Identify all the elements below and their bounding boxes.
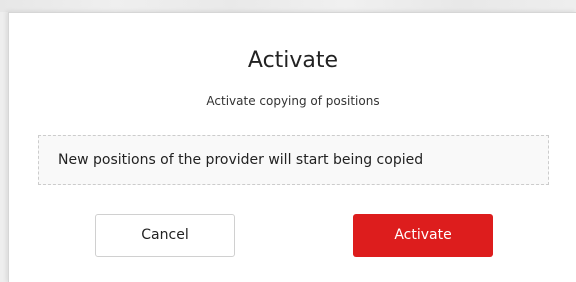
cancel-button[interactable]: Cancel (95, 214, 235, 257)
activate-dialog: Activate Activate copying of positions N… (8, 12, 576, 282)
message-box: New positions of the provider will start… (38, 135, 549, 185)
dialog-title: Activate (247, 48, 339, 73)
background-page (0, 0, 576, 12)
dialog-subtitle: Activate copying of positions (206, 94, 380, 108)
message-text: New positions of the provider will start… (58, 152, 424, 168)
activate-button[interactable]: Activate (353, 214, 493, 257)
